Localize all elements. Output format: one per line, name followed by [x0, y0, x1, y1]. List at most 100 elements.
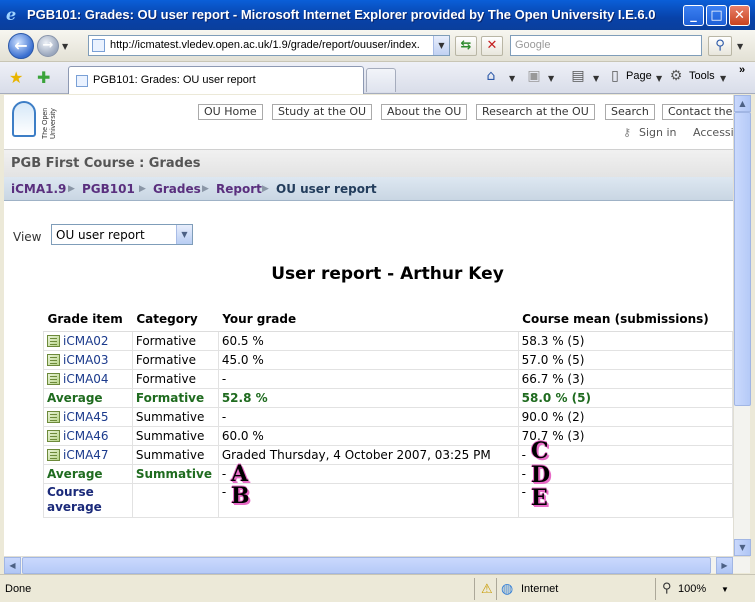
search-input[interactable]: Google [510, 35, 702, 56]
feeds-dropdown-icon[interactable]: ▼ [548, 74, 554, 83]
search-button[interactable]: ⚲ [708, 36, 732, 56]
mean-cell: 57.0 % (5) [517, 349, 733, 370]
header-course-mean: Course mean (submissions) [518, 307, 733, 332]
average-label: Average [43, 463, 133, 484]
quiz-icon [47, 353, 60, 366]
quiz-icon [47, 448, 60, 461]
history-dropdown-icon[interactable]: ▼ [62, 42, 68, 51]
search-placeholder: Google [515, 39, 551, 51]
view-label: View [13, 230, 42, 244]
breadcrumb-arrow-icon: ▶ [68, 184, 75, 194]
tab-label: PGB101: Grades: OU user report [93, 74, 256, 86]
address-toolbar: ← → ▼ http://icmatest.vledev.open.ac.uk/… [0, 30, 755, 62]
print-dropdown-icon[interactable]: ▼ [593, 74, 599, 83]
breadcrumb-grades[interactable]: Grades [153, 182, 201, 196]
mean-cell: - [517, 482, 733, 518]
stop-button[interactable]: ✕ [481, 36, 503, 56]
breadcrumb-report[interactable]: Report [216, 182, 262, 196]
top-link-research[interactable]: Research at the OU [476, 104, 595, 120]
security-warning-icon[interactable]: ⚠ [481, 581, 493, 597]
grade-item-link[interactable]: iCMA46 [63, 429, 109, 443]
chevron-down-icon[interactable]: ▼ [176, 225, 192, 244]
scroll-right-icon[interactable]: ▶ [716, 557, 733, 574]
breadcrumb-arrow-icon: ▶ [139, 184, 146, 194]
mean-cell: 58.3 % (5) [517, 330, 733, 351]
course-average-label: Course average [43, 482, 133, 518]
ou-logo[interactable] [12, 101, 36, 137]
header-your-grade: Your grade [218, 307, 519, 332]
refresh-button[interactable]: ⇆ [455, 36, 477, 56]
annotation-marker-b: B [231, 483, 250, 509]
breadcrumb-arrow-icon: ▶ [262, 184, 269, 194]
top-link-search[interactable]: Search [605, 104, 655, 120]
zoom-icon[interactable]: ⚲ [662, 580, 672, 596]
vertical-scrollbar[interactable]: ▲ ▼ [733, 95, 751, 556]
top-link-study[interactable]: Study at the OU [272, 104, 373, 120]
minimize-button[interactable]: _ [683, 5, 704, 26]
window-title: PGB101: Grades: OU user report - Microso… [27, 7, 656, 22]
table-row: iCMA02 Formative 60.5 % 58.3 % (5) [43, 330, 733, 351]
new-tab-button[interactable] [366, 68, 396, 92]
mean-cell: 58.0 % (5) [517, 387, 733, 408]
scroll-left-icon[interactable]: ◀ [4, 557, 21, 574]
page-menu[interactable]: Page [626, 70, 652, 82]
top-link-about[interactable]: About the OU [381, 104, 468, 120]
back-button[interactable]: ← [8, 33, 34, 59]
feeds-icon[interactable]: ▣ [526, 68, 542, 84]
quiz-icon [47, 372, 60, 385]
annotation-marker-d: D [531, 462, 551, 488]
maximize-button[interactable]: □ [706, 5, 727, 26]
category-cell: Summative [131, 425, 219, 446]
top-link-contact[interactable]: Contact the [662, 104, 733, 120]
grade-item-link[interactable]: iCMA03 [63, 353, 109, 367]
grade-item-link[interactable]: iCMA47 [63, 448, 109, 462]
zoom-level[interactable]: 100% [678, 583, 706, 595]
grade-item-link[interactable]: iCMA45 [63, 410, 109, 424]
print-icon[interactable]: ▤ [570, 68, 586, 84]
grade-item-link[interactable]: iCMA02 [63, 334, 109, 348]
table-row-average: Average Formative 52.8 % 58.0 % (5) [43, 387, 733, 408]
sign-in-link[interactable]: Sign in [639, 126, 677, 139]
gear-icon: ⚙ [669, 68, 683, 84]
home-icon[interactable]: ⌂ [483, 68, 499, 84]
address-url[interactable]: http://icmatest.vledev.open.ac.uk/1.9/gr… [110, 39, 420, 51]
table-row: iCMA46 Summative 60.0 % 70.7 % (3) [43, 425, 733, 446]
page-icon [92, 39, 105, 52]
mean-cell: 66.7 % (3) [517, 368, 733, 389]
average-label: Average [43, 387, 133, 408]
page-content: The Open University OU Home Study at the… [4, 95, 733, 556]
view-select[interactable]: OU user report ▼ [51, 224, 193, 245]
scroll-up-icon[interactable]: ▲ [734, 95, 751, 112]
tools-dropdown-icon[interactable]: ▼ [720, 74, 726, 83]
search-options-icon[interactable]: ▼ [737, 42, 743, 51]
quiz-icon [47, 410, 60, 423]
mean-cell: 70.7 % (3) [517, 425, 733, 446]
course-header-title: PGB First Course : Grades [11, 156, 201, 171]
scroll-down-icon[interactable]: ▼ [734, 539, 751, 556]
breadcrumb-icma[interactable]: iCMA1.9 [11, 182, 66, 196]
category-cell: Summative [131, 463, 219, 484]
add-favorites-icon[interactable]: ✚ [37, 68, 50, 87]
address-dropdown-icon[interactable]: ▼ [433, 36, 449, 55]
close-button[interactable]: ✕ [729, 5, 750, 26]
quiz-icon [47, 429, 60, 442]
zoom-dropdown-icon[interactable]: ▼ [721, 585, 729, 594]
favorites-star-icon[interactable]: ★ [9, 68, 23, 87]
horizontal-scroll-thumb[interactable] [22, 557, 711, 574]
home-dropdown-icon[interactable]: ▼ [509, 74, 515, 83]
top-link-ou-home[interactable]: OU Home [198, 104, 263, 120]
tools-menu[interactable]: Tools [689, 70, 715, 82]
accessibility-link[interactable]: Accessi [693, 126, 733, 139]
address-bar[interactable]: http://icmatest.vledev.open.ac.uk/1.9/gr… [88, 35, 450, 56]
browser-tab[interactable]: PGB101: Grades: OU user report [68, 66, 364, 94]
grade-item-link[interactable]: iCMA04 [63, 372, 109, 386]
forward-button[interactable]: → [37, 35, 59, 57]
grade-cell: 52.8 % [217, 387, 519, 408]
breadcrumb: iCMA1.9 ▶ PGB101 ▶ Grades ▶ Report ▶ OU … [4, 177, 733, 201]
chevron-right-icon[interactable]: » [739, 64, 745, 76]
breadcrumb-course[interactable]: PGB101 [82, 182, 135, 196]
horizontal-scrollbar[interactable]: ◀ ▶ [4, 556, 750, 574]
page-dropdown-icon[interactable]: ▼ [656, 74, 662, 83]
tab-page-icon [76, 75, 88, 87]
vertical-scroll-thumb[interactable] [734, 112, 751, 406]
